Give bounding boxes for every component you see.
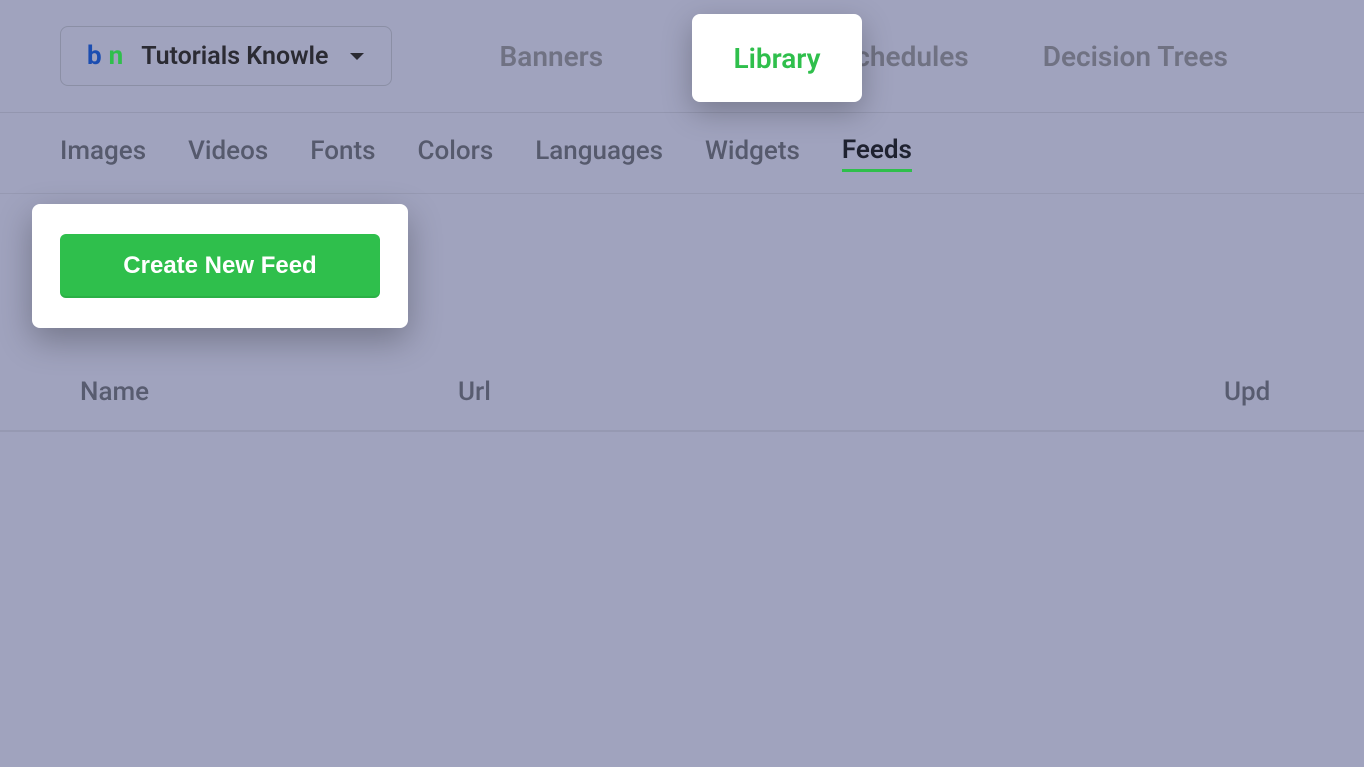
- dim-overlay: [0, 0, 1364, 767]
